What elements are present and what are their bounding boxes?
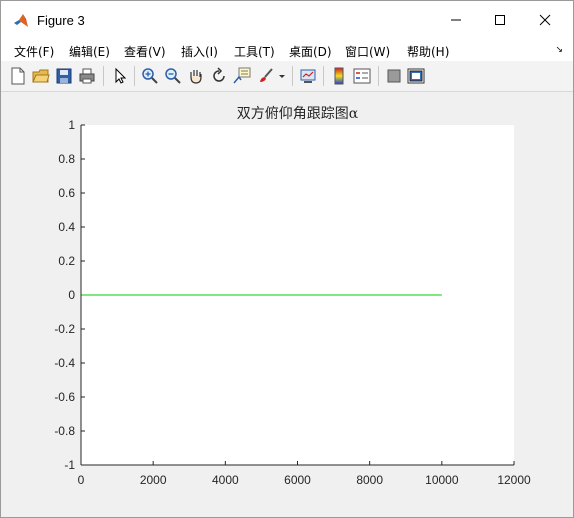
print-icon[interactable] (78, 67, 96, 85)
data-cursor-icon[interactable] (233, 67, 251, 85)
select-arrow-icon[interactable] (111, 67, 129, 85)
figure-toolbar (1, 61, 573, 92)
menu-tools[interactable]: 工具(T) (234, 43, 275, 60)
toolbar-separator (292, 66, 293, 86)
toolbar-separator (378, 66, 379, 86)
maximize-button[interactable] (477, 1, 523, 39)
figure-canvas: 0 2000 4000 6000 8000 10000 12000 -1 -0.8 -0.6 -0.… (7, 92, 567, 510)
y-tick-label: -1 (64, 458, 75, 472)
menu-file[interactable]: 文件(F) (14, 43, 54, 60)
y-tick-label: 0.2 (58, 254, 75, 268)
show-plot-tools-icon[interactable] (407, 67, 425, 85)
x-tick-label: 0 (78, 473, 85, 487)
open-file-icon[interactable] (32, 67, 50, 85)
toolbar-separator (103, 66, 104, 86)
x-tick-label: 12000 (497, 473, 531, 487)
minimize-button[interactable] (433, 1, 479, 39)
x-tick-label: 4000 (212, 473, 239, 487)
y-tick-label: 0.4 (58, 220, 75, 234)
maximize-icon (495, 15, 505, 25)
window-title: Figure 3 (37, 13, 85, 28)
toolbar-separator (323, 66, 324, 86)
pan-hand-icon[interactable] (187, 67, 205, 85)
x-tick-label: 2000 (140, 473, 167, 487)
y-tick-label: -0.4 (54, 356, 75, 370)
brush-icon[interactable] (257, 67, 275, 85)
menu-edit[interactable]: 编辑(E) (69, 43, 110, 60)
menu-insert[interactable]: 插入(I) (181, 43, 218, 60)
menu-help[interactable]: 帮助(H) (407, 43, 449, 60)
y-tick-label: -0.2 (54, 322, 75, 336)
dock-arrow-icon[interactable]: ↘ (555, 45, 563, 55)
x-tick-label: 8000 (356, 473, 383, 487)
x-tick-label: 10000 (425, 473, 459, 487)
colorbar-icon[interactable] (330, 67, 348, 85)
zoom-in-icon[interactable] (141, 67, 159, 85)
matlab-logo-icon (14, 14, 28, 27)
x-tick-label: 6000 (284, 473, 311, 487)
menu-view[interactable]: 查看(V) (124, 43, 166, 60)
menu-window[interactable]: 窗口(W) (345, 43, 390, 60)
close-icon (539, 14, 551, 26)
legend-icon[interactable] (353, 67, 371, 85)
toolbar-separator (134, 66, 135, 86)
zoom-out-icon[interactable] (164, 67, 182, 85)
y-tick-label: 0.6 (58, 186, 75, 200)
figure-window: Figure 3 文件(F) 编辑(E) 查看(V) 插入(I) 工具(T) 桌… (0, 0, 574, 518)
brush-dropdown-icon[interactable] (277, 67, 287, 85)
save-icon[interactable] (55, 67, 73, 85)
title-bar[interactable]: Figure 3 (1, 1, 573, 39)
minimize-icon (451, 19, 461, 21)
y-tick-label: -0.8 (54, 424, 75, 438)
y-tick-label: 1 (68, 118, 75, 132)
hide-plot-tools-icon[interactable] (385, 67, 403, 85)
rotate-3d-icon[interactable] (210, 67, 228, 85)
y-tick-label: 0 (68, 288, 75, 302)
link-plot-icon[interactable] (299, 67, 317, 85)
menu-bar: 文件(F) 编辑(E) 查看(V) 插入(I) 工具(T) 桌面(D) 窗口(W… (1, 39, 573, 61)
chart-title: 双方俯仰角跟踪图α (237, 106, 359, 122)
y-tick-label: 0.8 (58, 152, 75, 166)
menu-desktop[interactable]: 桌面(D) (289, 43, 332, 60)
new-figure-icon[interactable] (9, 67, 27, 85)
close-button[interactable] (522, 1, 568, 39)
chart-svg: 0 2000 4000 6000 8000 10000 12000 -1 -0.8 -0.6 -0.… (54, 106, 531, 487)
y-tick-label: -0.6 (54, 390, 75, 404)
